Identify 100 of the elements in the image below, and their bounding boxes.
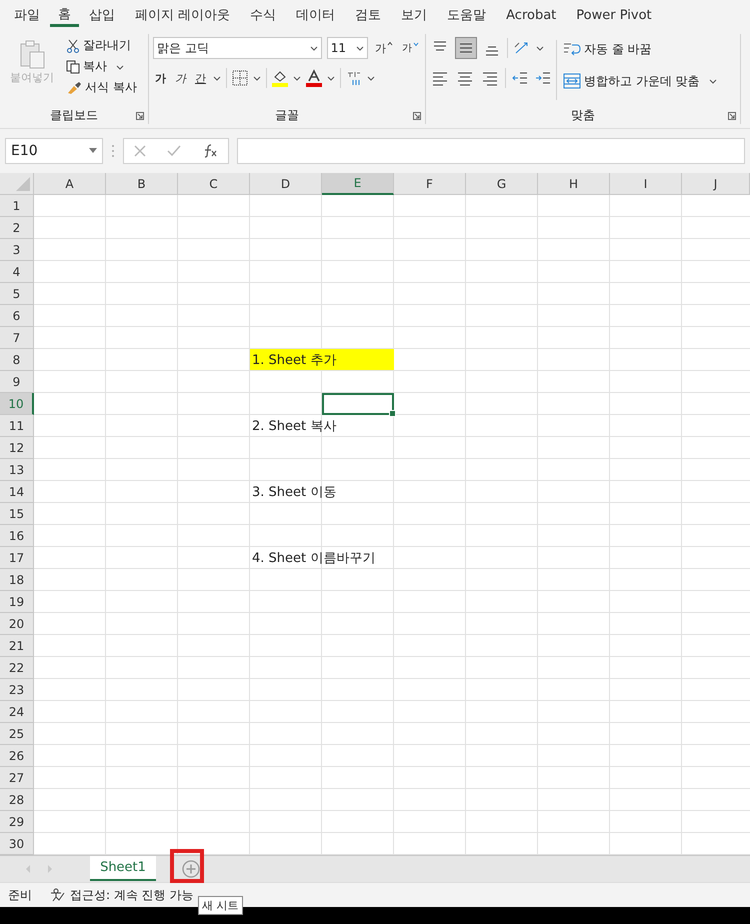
column-header[interactable]: I bbox=[610, 173, 682, 195]
group-label: 클립보드 bbox=[50, 106, 98, 124]
accessibility-icon[interactable] bbox=[50, 888, 66, 902]
ribbon-tab[interactable]: 페이지 레이아웃 bbox=[125, 2, 240, 28]
increase-font-button[interactable]: 가 bbox=[373, 40, 395, 56]
row-header[interactable]: 20 bbox=[0, 613, 34, 635]
font-color-icon[interactable] bbox=[306, 69, 322, 87]
ribbon-tab[interactable]: 도움말 bbox=[437, 2, 496, 28]
ribbon-tab[interactable]: Power Pivot bbox=[566, 2, 662, 28]
row-header[interactable]: 3 bbox=[0, 239, 34, 261]
row-header[interactable]: 10 bbox=[0, 393, 34, 415]
ribbon-tab[interactable]: 파일 bbox=[4, 2, 50, 28]
row-header[interactable]: 29 bbox=[0, 811, 34, 833]
up-caret-icon bbox=[387, 40, 393, 46]
phonetic-guide-icon[interactable] bbox=[346, 70, 362, 86]
caret-icon[interactable] bbox=[213, 74, 221, 82]
paintbrush-icon bbox=[66, 80, 82, 94]
row-header[interactable]: 21 bbox=[0, 635, 34, 657]
row-header[interactable]: 26 bbox=[0, 745, 34, 767]
row-header[interactable]: 7 bbox=[0, 327, 34, 349]
column-header[interactable]: D bbox=[250, 173, 322, 195]
column-header[interactable]: F bbox=[394, 173, 466, 195]
column-header[interactable]: G bbox=[466, 173, 538, 195]
wrap-text-button[interactable]: 자동 줄 바꿈 bbox=[561, 36, 719, 62]
borders-icon[interactable] bbox=[232, 70, 248, 86]
caret-icon[interactable] bbox=[293, 74, 301, 82]
font-family-dropdown[interactable]: 맑은 고딕 bbox=[153, 37, 322, 59]
row-header[interactable]: 15 bbox=[0, 503, 34, 525]
row-header[interactable]: 11 bbox=[0, 415, 34, 437]
row-header[interactable]: 30 bbox=[0, 833, 34, 855]
group-label: 맞춤 bbox=[571, 106, 595, 124]
dialog-launcher-icon[interactable] bbox=[728, 112, 736, 120]
format-painter-button[interactable]: 서식 복사 bbox=[64, 78, 139, 97]
align-middle-icon[interactable] bbox=[455, 37, 477, 59]
copy-icon bbox=[66, 60, 80, 74]
row-header[interactable]: 14 bbox=[0, 481, 34, 503]
formula-input[interactable] bbox=[237, 138, 745, 164]
ribbon-tab[interactable]: 보기 bbox=[391, 2, 438, 28]
caret-icon[interactable] bbox=[327, 74, 335, 82]
merge-center-button[interactable]: 병합하고 가운데 맞춤 bbox=[561, 68, 719, 94]
down-caret-icon bbox=[413, 41, 419, 47]
column-header[interactable]: A bbox=[34, 173, 106, 195]
row-header[interactable]: 5 bbox=[0, 283, 34, 305]
row-header[interactable]: 27 bbox=[0, 767, 34, 789]
row-header[interactable]: 13 bbox=[0, 459, 34, 481]
row-header[interactable]: 25 bbox=[0, 723, 34, 745]
cut-button[interactable]: 잘라내기 bbox=[64, 36, 139, 55]
row-header[interactable]: 6 bbox=[0, 305, 34, 327]
row-header[interactable]: 17 bbox=[0, 547, 34, 569]
accessibility-status[interactable]: 접근성: 계속 진행 가능 bbox=[70, 886, 194, 904]
active-cell[interactable] bbox=[322, 393, 394, 415]
caret-icon[interactable] bbox=[253, 74, 261, 82]
row-header[interactable]: 2 bbox=[0, 217, 34, 239]
decrease-font-button[interactable]: 가 bbox=[400, 41, 421, 55]
caret-icon[interactable] bbox=[367, 74, 375, 82]
row-header[interactable]: 22 bbox=[0, 657, 34, 679]
drag-handle-icon[interactable] bbox=[111, 143, 115, 159]
name-box[interactable]: E10 bbox=[5, 138, 103, 164]
underline-button[interactable]: 간 bbox=[193, 70, 208, 86]
table-cell-text: 2. Sheet 복사 bbox=[251, 418, 338, 436]
row-header[interactable]: 19 bbox=[0, 591, 34, 613]
bold-button[interactable]: 가 bbox=[153, 70, 168, 86]
row-header[interactable]: 12 bbox=[0, 437, 34, 459]
row-header[interactable]: 24 bbox=[0, 701, 34, 723]
status-text: 준비 bbox=[8, 886, 32, 904]
column-header[interactable]: E bbox=[322, 173, 394, 195]
row-header[interactable]: 9 bbox=[0, 371, 34, 393]
clipboard-icon bbox=[18, 40, 46, 70]
ribbon-tab[interactable]: 검토 bbox=[345, 2, 392, 28]
italic-button[interactable]: 가 bbox=[173, 70, 188, 86]
ribbon-tab[interactable]: 홈 bbox=[50, 3, 79, 27]
ribbon-tab[interactable]: 수식 bbox=[240, 2, 286, 28]
caret-icon bbox=[310, 44, 318, 52]
ribbon-tab[interactable]: Acrobat bbox=[496, 2, 566, 28]
row-header[interactable]: 16 bbox=[0, 525, 34, 547]
row-header[interactable]: 1 bbox=[0, 195, 34, 217]
row-header[interactable]: 28 bbox=[0, 789, 34, 811]
ribbon-tab[interactable]: 삽입 bbox=[79, 2, 125, 28]
row-header[interactable]: 23 bbox=[0, 679, 34, 701]
check-icon[interactable] bbox=[166, 145, 181, 157]
copy-button[interactable]: 복사 bbox=[64, 57, 139, 76]
row-header[interactable]: 18 bbox=[0, 569, 34, 591]
column-header[interactable]: H bbox=[538, 173, 610, 195]
dialog-launcher-icon[interactable] bbox=[413, 112, 421, 120]
wrap-text-icon bbox=[563, 41, 581, 57]
table-cell: 1. Sheet 추가 bbox=[250, 349, 394, 370]
column-header[interactable]: B bbox=[106, 173, 178, 195]
row-header[interactable]: 8 bbox=[0, 349, 34, 371]
row-header[interactable]: 4 bbox=[0, 261, 34, 283]
column-header[interactable]: J bbox=[682, 173, 750, 195]
tooltip: 새 시트 bbox=[198, 896, 242, 915]
font-size-dropdown[interactable]: 11 bbox=[326, 37, 368, 59]
caret-icon bbox=[356, 44, 364, 52]
dialog-launcher-icon[interactable] bbox=[136, 112, 144, 120]
fill-color-icon[interactable] bbox=[272, 69, 288, 87]
caret-icon bbox=[116, 62, 124, 70]
column-header[interactable]: C bbox=[178, 173, 250, 195]
ribbon-tab[interactable]: 데이터 bbox=[286, 2, 346, 28]
caret-icon[interactable] bbox=[536, 44, 544, 52]
sheet-tab[interactable]: Sheet1 bbox=[90, 856, 156, 881]
